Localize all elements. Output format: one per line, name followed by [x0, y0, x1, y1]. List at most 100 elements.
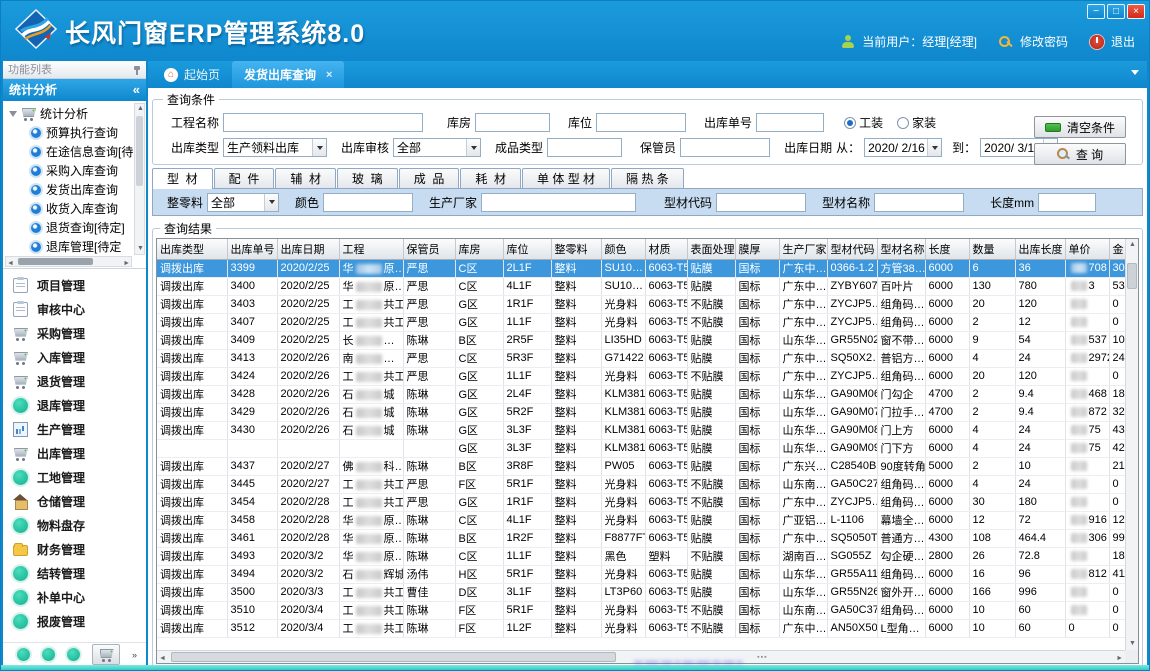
- tree-vertical-scrollbar[interactable]: ▲ ▼: [134, 103, 145, 255]
- table-row[interactable]: 调拨出库34002020/2/25华原…严思C区4L1F整料SU10…6063-…: [157, 277, 1133, 295]
- sidebar-item-退货管理[interactable]: 退货管理: [3, 369, 146, 393]
- sidebar-item-报废管理[interactable]: 报废管理: [3, 609, 146, 633]
- column-header[interactable]: 长度: [925, 239, 969, 259]
- tree-horizontal-scrollbar[interactable]: ◄ ►: [5, 256, 132, 267]
- sidebar-item-生产管理[interactable]: 生产管理: [3, 417, 146, 441]
- sidebar-item-出库管理[interactable]: 出库管理: [3, 441, 146, 465]
- column-header[interactable]: 库房: [455, 239, 503, 259]
- table-row[interactable]: 调拨出库34072020/2/25工共工程严思G区1L1F整料光身料6063-T…: [157, 313, 1133, 331]
- whole-part-select[interactable]: 全部: [207, 193, 279, 212]
- column-header[interactable]: 出库长度: [1015, 239, 1065, 259]
- table-row[interactable]: 调拨出库35102020/3/4工共工程陈琳F区5R1F整料光身料6063-T5…: [157, 601, 1133, 619]
- table-row[interactable]: 调拨出库35002020/3/3工共工程曹佳D区3L1F整料LT3P606063…: [157, 583, 1133, 601]
- tree-expander-icon[interactable]: [9, 111, 17, 117]
- radio-jiazhuang[interactable]: 家装: [897, 114, 936, 131]
- column-header[interactable]: 膜厚: [735, 239, 779, 259]
- table-row[interactable]: 调拨出库33992020/2/25华原…严思C区2L1F整料SU10…6063-…: [157, 259, 1133, 277]
- clear-conditions-button[interactable]: 清空条件: [1034, 116, 1126, 138]
- table-row[interactable]: 调拨出库34582020/2/28华原…陈琳C区4L1F整料光身料6063-T5…: [157, 511, 1133, 529]
- material-tab[interactable]: 隔 热 条: [611, 168, 684, 188]
- collapse-icon[interactable]: «: [133, 79, 140, 101]
- tab-home[interactable]: ⌂ 起始页: [152, 61, 232, 88]
- length-input[interactable]: [1038, 193, 1096, 212]
- close-button[interactable]: ×: [1127, 4, 1145, 19]
- profile-name-input[interactable]: [874, 193, 964, 212]
- tree-item[interactable]: 预算执行查询: [9, 123, 132, 142]
- sidebar-item-财务管理[interactable]: 财务管理: [3, 537, 146, 561]
- audit-select[interactable]: 全部: [393, 138, 481, 157]
- column-header[interactable]: 整零料: [551, 239, 601, 259]
- tree-item[interactable]: 采购入库查询: [9, 161, 132, 180]
- maximize-button[interactable]: □: [1107, 4, 1125, 19]
- table-row[interactable]: 调拨出库34302020/2/26石城陈琳G区3L3F整料KLM38176063…: [157, 421, 1133, 439]
- tree-item[interactable]: 在途信息查询[待: [9, 142, 132, 161]
- material-tab[interactable]: 辅 材: [275, 168, 336, 188]
- table-row[interactable]: 调拨出库34292020/2/26石城陈琳G区5R2F整料KLM38176063…: [157, 403, 1133, 421]
- column-header[interactable]: 库位: [503, 239, 551, 259]
- sidebar-item-补单中心[interactable]: 补单中心: [3, 585, 146, 609]
- profile-code-input[interactable]: [716, 193, 806, 212]
- column-header[interactable]: 保管员: [403, 239, 455, 259]
- sidebar-item-仓储管理[interactable]: 仓储管理: [3, 489, 146, 513]
- product-type-input[interactable]: [547, 138, 622, 157]
- column-header[interactable]: 颜色: [601, 239, 645, 259]
- column-header[interactable]: 型材代码: [827, 239, 877, 259]
- section-header[interactable]: 统计分析 «: [3, 79, 146, 101]
- column-header[interactable]: 材质: [645, 239, 687, 259]
- table-row[interactable]: 调拨出库34932020/3/2华原…陈琳C区1L1F整料黑色塑料不贴膜国标湖南…: [157, 547, 1133, 565]
- radio-gongzhuang[interactable]: 工装: [844, 114, 883, 131]
- location-input[interactable]: [596, 113, 686, 132]
- column-header[interactable]: 出库单号: [227, 239, 277, 259]
- column-header[interactable]: 生产厂家: [779, 239, 827, 259]
- table-row[interactable]: 调拨出库34032020/2/25工共工程严思G区1R1F整料光身料6063-T…: [157, 295, 1133, 313]
- tab-shipment-query[interactable]: 发货出库查询 ×: [232, 61, 344, 88]
- column-header[interactable]: 单价: [1065, 239, 1109, 259]
- material-tab[interactable]: 配 件: [214, 168, 275, 188]
- sidebar-item-项目管理[interactable]: 项目管理: [3, 273, 146, 297]
- logout-link[interactable]: 退出: [1111, 33, 1135, 50]
- sidebar-item-结转管理[interactable]: 结转管理: [3, 561, 146, 585]
- material-tab[interactable]: 型 材: [152, 168, 213, 189]
- sidebar-item-采购管理[interactable]: 采购管理: [3, 321, 146, 345]
- table-row[interactable]: 调拨出库34452020/2/27工共工程严思F区5R1F整料光身料6063-T…: [157, 475, 1133, 493]
- material-tab[interactable]: 玻 璃: [337, 168, 398, 188]
- pin-icon[interactable]: [133, 65, 141, 75]
- material-tab[interactable]: 耗 材: [460, 168, 521, 188]
- table-row[interactable]: 调拨出库35122020/3/4工共工程陈琳F区1L2F整料光身料6063-T5…: [157, 619, 1133, 637]
- table-row[interactable]: 调拨出库34282020/2/26石城陈琳G区2L4F整料KLM38176063…: [157, 385, 1133, 403]
- column-header[interactable]: 数量: [969, 239, 1015, 259]
- overflow-module-icon[interactable]: [42, 648, 55, 661]
- overflow-cart-button[interactable]: [92, 644, 120, 665]
- out-type-select[interactable]: 生产领料出库: [223, 138, 327, 157]
- table-row[interactable]: 调拨出库34372020/2/27佛科…陈琳B区3R8F整料PW056063-T…: [157, 457, 1133, 475]
- sidebar-item-物料盘存[interactable]: 物料盘存: [3, 513, 146, 537]
- column-header[interactable]: 出库类型: [157, 239, 227, 259]
- column-header[interactable]: 工程: [339, 239, 403, 259]
- project-name-input[interactable]: [223, 113, 423, 132]
- order-no-input[interactable]: [756, 113, 824, 132]
- table-row[interactable]: 调拨出库34092020/2/25长…陈琳B区2R5F整料LI35HD6063-…: [157, 331, 1133, 349]
- table-row[interactable]: 调拨出库34542020/2/28工共工程严思G区1R1F整料光身料6063-T…: [157, 493, 1133, 511]
- warehouse-input[interactable]: [475, 113, 550, 132]
- tree-item[interactable]: 退货查询[待定]: [9, 218, 132, 237]
- material-tab[interactable]: 成 品: [399, 168, 460, 188]
- overflow-module-icon[interactable]: [67, 648, 80, 661]
- search-button[interactable]: 查 询: [1034, 143, 1126, 165]
- table-row[interactable]: 调拨出库34942020/3/2石辉城汤伟H区5R1F整料光身料6063-T5贴…: [157, 565, 1133, 583]
- tab-list-dropdown-icon[interactable]: [1131, 70, 1139, 75]
- manufacturer-input[interactable]: [481, 193, 636, 212]
- column-header[interactable]: 表面处理: [687, 239, 735, 259]
- sidebar-item-审核中心[interactable]: 审核中心: [3, 297, 146, 321]
- table-row[interactable]: 调拨出库34612020/2/28华原…陈琳B区1R2F整料F8877FT606…: [157, 529, 1133, 547]
- table-row[interactable]: 调拨出库34132020/2/26南…严思C区5R3F整料G714226063-…: [157, 349, 1133, 367]
- column-header[interactable]: 型材名称: [877, 239, 925, 259]
- overflow-module-icon[interactable]: [17, 648, 30, 661]
- date-from-select[interactable]: 2020/ 2/16: [864, 138, 942, 157]
- keeper-input[interactable]: [680, 138, 770, 157]
- column-header[interactable]: 出库日期: [277, 239, 339, 259]
- grid-vertical-scrollbar[interactable]: ▲ ▼: [1125, 239, 1138, 650]
- material-tab[interactable]: 单 体 型 材: [522, 168, 610, 188]
- tree-item[interactable]: 收货入库查询: [9, 199, 132, 218]
- sidebar-item-退库管理[interactable]: 退库管理: [3, 393, 146, 417]
- sidebar-item-入库管理[interactable]: 入库管理: [3, 345, 146, 369]
